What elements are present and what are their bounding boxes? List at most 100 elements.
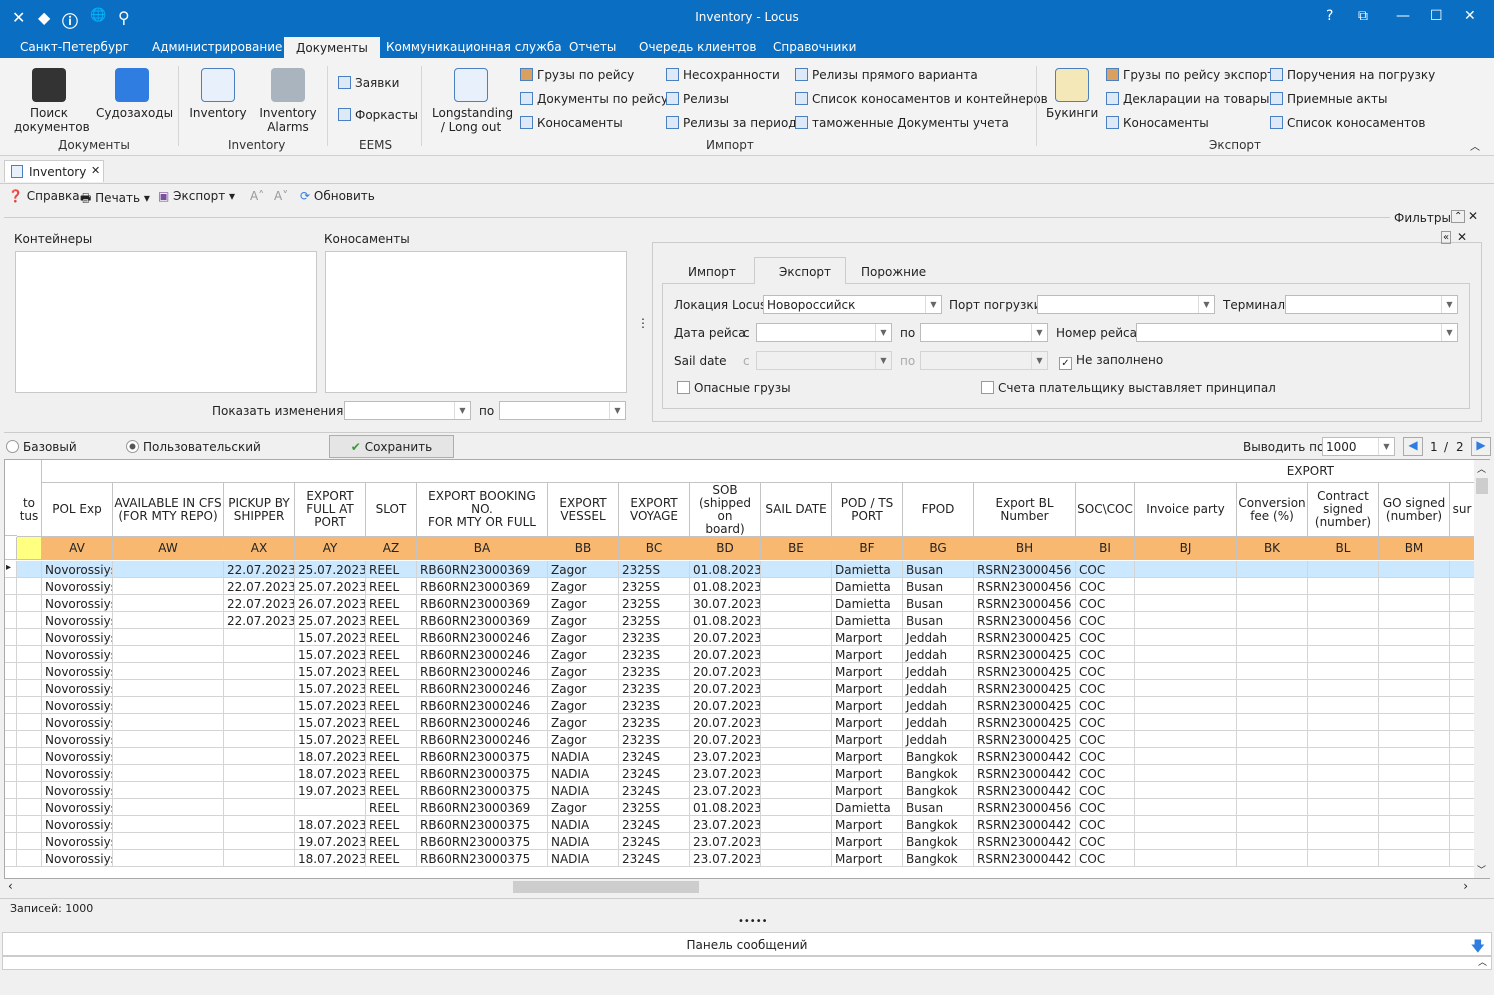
- grid-cell[interactable]: 2324S: [619, 850, 690, 867]
- grid-cell[interactable]: [1379, 663, 1450, 680]
- grid-cell[interactable]: Bangkok: [903, 765, 974, 782]
- grid-cell[interactable]: 22.07.2023: [224, 595, 295, 612]
- tab-import[interactable]: Импорт: [688, 265, 736, 279]
- grid-cell[interactable]: [17, 561, 42, 578]
- grid-cell[interactable]: REEL: [366, 816, 417, 833]
- grid-cell[interactable]: [1308, 680, 1379, 697]
- splitter-handle[interactable]: ⋮: [637, 316, 649, 330]
- voyage-date-from[interactable]: ▼: [756, 323, 892, 342]
- grid-cell[interactable]: Damietta: [832, 595, 903, 612]
- save-button[interactable]: ✔ Сохранить: [329, 435, 454, 458]
- grid-cell[interactable]: [1135, 816, 1237, 833]
- grid-cell[interactable]: REEL: [366, 765, 417, 782]
- grid-cell[interactable]: [1237, 799, 1308, 816]
- grid-cell[interactable]: [1237, 646, 1308, 663]
- grid-cell[interactable]: Busan: [903, 612, 974, 629]
- grid-cell[interactable]: REEL: [366, 612, 417, 629]
- grid-cell[interactable]: NADIA: [548, 748, 619, 765]
- direct-releases-button[interactable]: Релизы прямого варианта: [795, 68, 978, 82]
- grid-cell[interactable]: [1308, 561, 1379, 578]
- grid-cell[interactable]: Novorossiysk: [42, 816, 113, 833]
- grid-cell[interactable]: Jeddah: [903, 697, 974, 714]
- grid-cell[interactable]: [1135, 731, 1237, 748]
- grid-cell[interactable]: [1379, 833, 1450, 850]
- grid-cell[interactable]: COC: [1076, 612, 1135, 629]
- grid-cell[interactable]: Marport: [832, 646, 903, 663]
- grid-cell[interactable]: REEL: [366, 731, 417, 748]
- grid-cell[interactable]: REEL: [366, 782, 417, 799]
- terminal-select[interactable]: ▼: [1285, 295, 1458, 314]
- grid-cell[interactable]: 2323S: [619, 714, 690, 731]
- grid-cell[interactable]: Jeddah: [903, 731, 974, 748]
- grid-cell[interactable]: 2324S: [619, 816, 690, 833]
- grid-cell[interactable]: Jeddah: [903, 714, 974, 731]
- grid-cell[interactable]: [224, 714, 295, 731]
- grid-cell[interactable]: [761, 748, 832, 765]
- grid-cell[interactable]: [17, 646, 42, 663]
- grid-cell[interactable]: [1135, 578, 1237, 595]
- column-header[interactable]: AVAILABLE IN CFS (FOR MTY REPO): [113, 483, 224, 537]
- grid-cell[interactable]: COC: [1076, 799, 1135, 816]
- grid-cell[interactable]: Busan: [903, 799, 974, 816]
- column-header[interactable]: EXPORT BOOKING NO. FOR MTY OR FULL: [417, 483, 548, 537]
- grid-cell[interactable]: [761, 680, 832, 697]
- grid-cell[interactable]: [761, 782, 832, 799]
- grid-cell[interactable]: Novorossiysk: [42, 697, 113, 714]
- grid-cell[interactable]: [761, 850, 832, 867]
- grid-cell[interactable]: [224, 782, 295, 799]
- grid-cell[interactable]: Jeddah: [903, 680, 974, 697]
- menu-references[interactable]: Справочники: [773, 40, 856, 54]
- vertical-scrollbar[interactable]: ︿ ﹀: [1474, 460, 1490, 878]
- column-header[interactable]: Invoice party: [1135, 483, 1237, 537]
- grid-cell[interactable]: [1237, 612, 1308, 629]
- grid-cell[interactable]: 15.07.2023: [295, 680, 366, 697]
- grid-cell[interactable]: REEL: [366, 850, 417, 867]
- grid-cell[interactable]: [1308, 748, 1379, 765]
- grid-cell[interactable]: 2324S: [619, 833, 690, 850]
- grid-cell[interactable]: [1450, 748, 1475, 765]
- column-header[interactable]: EXPORT VOYAGE: [619, 483, 690, 537]
- grid-cell[interactable]: 30.07.2023: [690, 595, 761, 612]
- grid-cell[interactable]: Marport: [832, 714, 903, 731]
- column-header[interactable]: SOB (shipped on board): [690, 483, 761, 537]
- grid-cell[interactable]: Busan: [903, 578, 974, 595]
- grid-cell[interactable]: [1450, 697, 1475, 714]
- column-header[interactable]: Export BL Number: [974, 483, 1076, 537]
- grid-cell[interactable]: Zagor: [548, 799, 619, 816]
- grid-cell[interactable]: [1450, 612, 1475, 629]
- grid-cell[interactable]: [1450, 680, 1475, 697]
- grid-cell[interactable]: Novorossiysk: [42, 731, 113, 748]
- grid-cell[interactable]: Marport: [832, 850, 903, 867]
- grid-cell[interactable]: [1450, 833, 1475, 850]
- grid-cell[interactable]: Damietta: [832, 561, 903, 578]
- grid-cell[interactable]: REEL: [366, 748, 417, 765]
- grid-cell[interactable]: RSRN23000425: [974, 714, 1076, 731]
- row-indicator[interactable]: [5, 850, 17, 867]
- row-indicator[interactable]: [5, 833, 17, 850]
- grid-cell[interactable]: 15.07.2023: [295, 629, 366, 646]
- grid-cell[interactable]: RSRN23000425: [974, 663, 1076, 680]
- grid-cell[interactable]: [1450, 765, 1475, 782]
- grid-cell[interactable]: Novorossiysk: [42, 782, 113, 799]
- grid-cell[interactable]: [113, 578, 224, 595]
- menu-client-queue[interactable]: Очередь клиентов: [639, 40, 756, 54]
- grid-cell[interactable]: Marport: [832, 748, 903, 765]
- grid-cell[interactable]: 2325S: [619, 578, 690, 595]
- grid-cell[interactable]: Marport: [832, 697, 903, 714]
- grid-cell[interactable]: [113, 646, 224, 663]
- grid-cell[interactable]: COC: [1076, 782, 1135, 799]
- splitter-handle[interactable]: •••••: [738, 916, 768, 927]
- grid-cell[interactable]: [113, 748, 224, 765]
- grid-cell[interactable]: [1379, 629, 1450, 646]
- grid-cell[interactable]: REEL: [366, 578, 417, 595]
- grid-cell[interactable]: [1450, 782, 1475, 799]
- grid-cell[interactable]: REEL: [366, 833, 417, 850]
- grid-cell[interactable]: [113, 765, 224, 782]
- row-indicator[interactable]: [5, 714, 17, 731]
- forecasts-button[interactable]: Форкасты: [338, 108, 418, 122]
- column-header[interactable]: sur: [1450, 483, 1475, 537]
- grid-cell[interactable]: COC: [1076, 578, 1135, 595]
- grid-cell[interactable]: [1450, 731, 1475, 748]
- scroll-thumb[interactable]: [1476, 478, 1488, 494]
- grid-cell[interactable]: [1135, 646, 1237, 663]
